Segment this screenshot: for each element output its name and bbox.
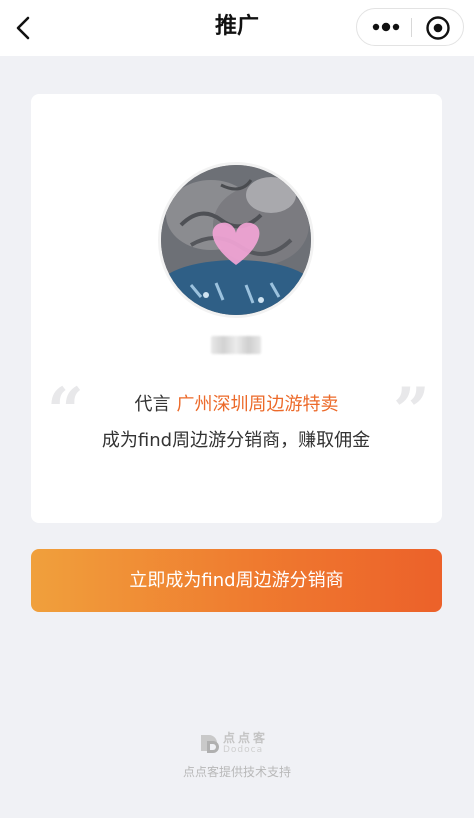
target-circle-icon[interactable] [425, 15, 451, 41]
mini-program-capsule [356, 8, 464, 46]
dodoca-logo: 点点客 Dodoca [199, 731, 279, 757]
more-dots-icon[interactable] [371, 20, 401, 34]
brand-sub: Dodoca [223, 745, 264, 755]
tech-support-text: 点点客提供技术支持 [182, 765, 291, 779]
become-distributor-button[interactable]: 立即成为find周边游分销商 [31, 549, 442, 612]
navigation-bar: 推广 [0, 0, 474, 56]
endorse-store-name: 广州深圳周边游特卖 [176, 394, 339, 415]
brand-name: 点点客 [223, 731, 269, 745]
endorse-line: 代言 广州深圳周边游特卖 [31, 392, 442, 418]
promotion-description: 成为find周边游分销商，赚取佣金 [101, 430, 371, 451]
capsule-divider [411, 18, 412, 37]
avatar-cats-image [161, 165, 311, 315]
dodoca-logo-icon [201, 735, 219, 753]
username-blurred [211, 336, 261, 354]
promotion-card: “ ” 代言 广州深圳周边游特卖 成为find周边游分销商，赚取佣金 [31, 94, 442, 523]
endorse-prefix: 代言 [134, 394, 171, 415]
avatar [158, 162, 314, 318]
